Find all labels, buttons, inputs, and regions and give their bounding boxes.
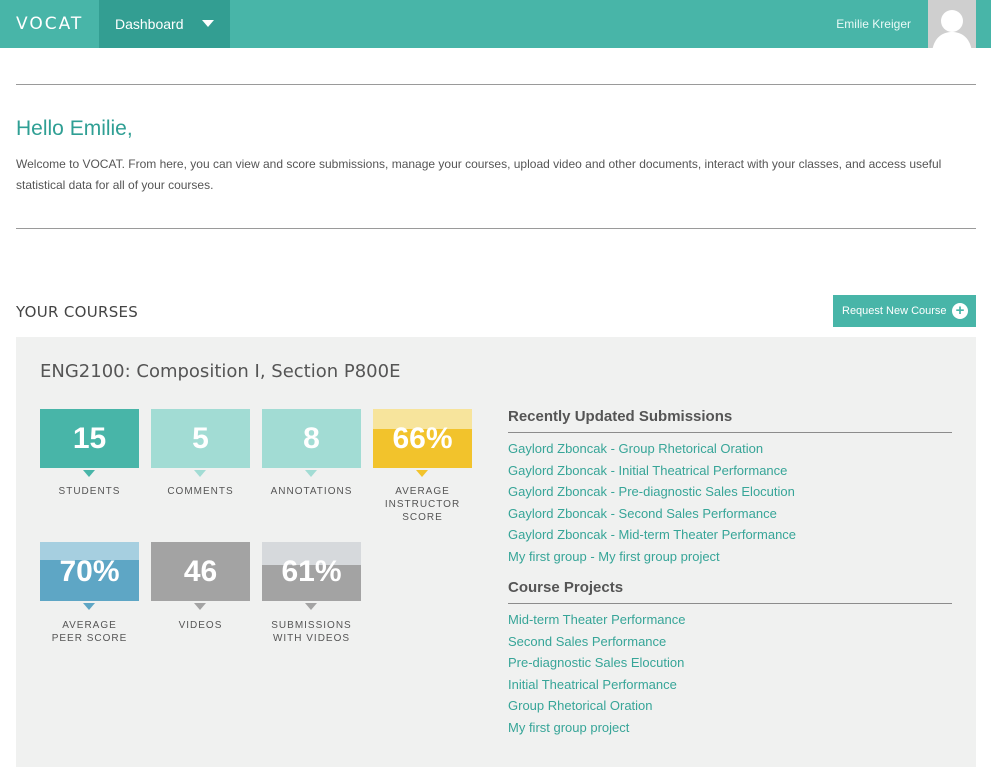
stat-label: VIDEOS xyxy=(178,620,223,631)
stat-tile-comments[interactable]: 5 xyxy=(151,409,250,468)
stat-label-line: AVERAGE xyxy=(62,620,117,631)
project-link[interactable]: Group Rhetorical Oration xyxy=(508,695,952,717)
request-new-course-label: Request New Course xyxy=(842,305,947,317)
stat-label-line: PEER SCORE xyxy=(51,633,128,644)
project-link[interactable]: Initial Theatrical Performance xyxy=(508,674,952,696)
avatar[interactable] xyxy=(928,0,976,48)
stat-label: SUBMISSIONS WITH VIDEOS xyxy=(262,619,361,645)
dashboard-dropdown[interactable]: Dashboard xyxy=(99,0,230,48)
project-link[interactable]: Pre-diagnostic Sales Elocution xyxy=(508,652,952,674)
stat-tile-videos[interactable]: 46 xyxy=(151,542,250,601)
stat-value: 46 xyxy=(183,555,218,588)
tile-pointer-icon xyxy=(83,603,95,610)
chevron-down-icon xyxy=(202,20,214,27)
top-navigation-bar: VOCAT Dashboard Emilie Kreiger xyxy=(0,0,991,48)
project-link[interactable]: My first group project xyxy=(508,717,952,739)
stat-label: AVERAGE PEER SCORE xyxy=(40,619,139,645)
submission-link[interactable]: Gaylord Zboncak - Second Sales Performan… xyxy=(508,503,952,525)
course-projects-list: Mid-term Theater Performance Second Sale… xyxy=(508,609,952,739)
user-silhouette-icon xyxy=(928,0,976,48)
stat-label: AVERAGE INSTRUCTOR SCORE xyxy=(373,485,472,524)
course-title[interactable]: ENG2100: Composition I, Section P800E xyxy=(40,361,400,382)
tile-pointer-icon xyxy=(305,603,317,610)
tile-pointer-icon xyxy=(194,470,206,477)
recent-submissions-section: Recently Updated Submissions Gaylord Zbo… xyxy=(508,408,952,568)
divider xyxy=(16,228,976,229)
tile-pointer-icon xyxy=(194,603,206,610)
greeting-title: Hello Emilie, xyxy=(16,117,133,140)
vocat-logo[interactable]: VOCAT xyxy=(16,14,83,34)
submission-link[interactable]: Gaylord Zboncak - Initial Theatrical Per… xyxy=(508,460,952,482)
course-projects-section: Course Projects Mid-term Theater Perform… xyxy=(508,579,952,739)
project-link[interactable]: Mid-term Theater Performance xyxy=(508,609,952,631)
request-new-course-button[interactable]: Request New Course + xyxy=(833,295,976,327)
stat-tile-annotations[interactable]: 8 xyxy=(262,409,361,468)
stat-label: ANNOTATIONS xyxy=(270,486,353,497)
welcome-text: Welcome to VOCAT. From here, you can vie… xyxy=(16,157,942,192)
project-link[interactable]: Second Sales Performance xyxy=(508,631,952,653)
divider xyxy=(508,603,952,604)
stat-label-line: SUBMISSIONS xyxy=(271,620,352,631)
course-panel: ENG2100: Composition I, Section P800E 15… xyxy=(16,337,976,767)
your-courses-heading: YOUR COURSES xyxy=(16,303,139,321)
recent-submissions-heading: Recently Updated Submissions xyxy=(508,408,733,425)
stat-label: STUDENTS xyxy=(58,486,121,497)
tile-pointer-icon xyxy=(305,470,317,477)
stat-value: 70% xyxy=(59,555,120,588)
stat-label-line: SCORE xyxy=(402,512,443,523)
stat-tile-submissions-with-videos[interactable]: 61% xyxy=(262,542,361,601)
divider xyxy=(508,432,952,433)
stat-tile-students[interactable]: 15 xyxy=(40,409,139,468)
recent-submissions-list: Gaylord Zboncak - Group Rhetorical Orati… xyxy=(508,438,952,568)
stat-tile-average-peer-score[interactable]: 70% xyxy=(40,542,139,601)
divider xyxy=(16,84,976,85)
submission-link[interactable]: Gaylord Zboncak - Group Rhetorical Orati… xyxy=(508,438,952,460)
stat-value: 8 xyxy=(303,422,320,455)
stat-label-line: WITH VIDEOS xyxy=(272,633,351,644)
submission-link[interactable]: Gaylord Zboncak - Mid-term Theater Perfo… xyxy=(508,524,952,546)
stat-label: COMMENTS xyxy=(167,486,234,497)
stat-value: 15 xyxy=(72,422,107,455)
submission-link[interactable]: My first group - My first group project xyxy=(508,546,952,568)
course-projects-heading: Course Projects xyxy=(508,579,624,596)
stat-label-line: AVERAGE xyxy=(395,486,450,497)
stat-label-line: INSTRUCTOR xyxy=(384,499,461,510)
user-name[interactable]: Emilie Kreiger xyxy=(836,17,911,31)
stat-value: 61% xyxy=(281,555,342,588)
dashboard-dropdown-label: Dashboard xyxy=(115,16,184,32)
stat-value: 66% xyxy=(392,422,453,455)
submission-link[interactable]: Gaylord Zboncak - Pre-diagnostic Sales E… xyxy=(508,481,952,503)
tile-pointer-icon xyxy=(83,470,95,477)
tile-pointer-icon xyxy=(416,470,428,477)
stat-tile-average-instructor-score[interactable]: 66% xyxy=(373,409,472,468)
stat-value: 5 xyxy=(192,422,209,455)
plus-circle-icon: + xyxy=(952,303,968,319)
